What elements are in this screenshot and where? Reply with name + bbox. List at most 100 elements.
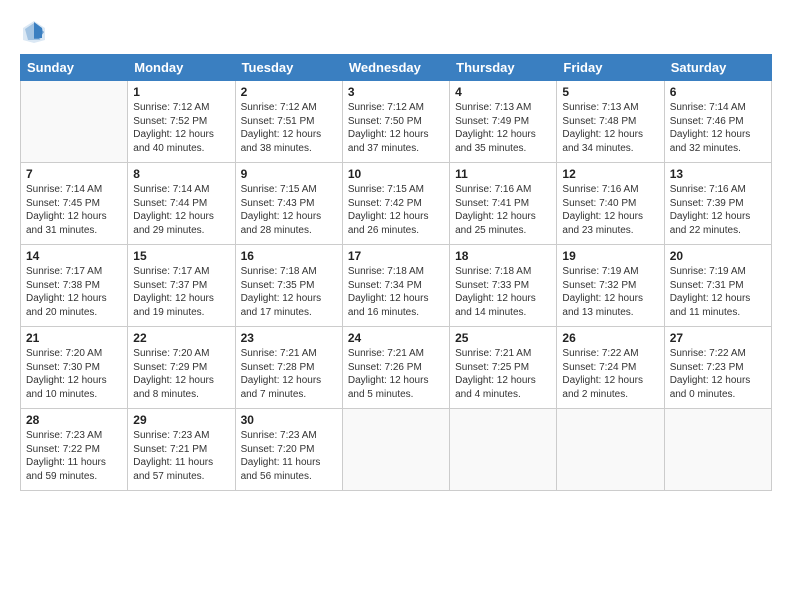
day-info: Sunrise: 7:19 AM Sunset: 7:31 PM Dayligh… [670, 265, 766, 319]
day-number: 28 [26, 413, 122, 427]
day-number: 14 [26, 249, 122, 263]
week-row-1: 7 Sunrise: 7:14 AM Sunset: 7:45 PM Daylig… [21, 163, 772, 245]
day-cell: 27 Sunrise: 7:22 AM Sunset: 7:23 PM Dayli… [664, 327, 771, 409]
day-cell: 17 Sunrise: 7:18 AM Sunset: 7:34 PM Dayli… [342, 245, 449, 327]
day-number: 12 [562, 167, 658, 181]
day-number: 9 [241, 167, 337, 181]
col-header-wednesday: Wednesday [342, 55, 449, 81]
header-row: SundayMondayTuesdayWednesdayThursdayFrid… [21, 55, 772, 81]
day-number: 15 [133, 249, 229, 263]
day-cell: 21Sunrise: 7:20 AM Sunset: 7:30 PM Dayli… [21, 327, 128, 409]
day-cell: 28 Sunrise: 7:23 AM Sunset: 7:22 PM Dayli… [21, 409, 128, 491]
calendar: SundayMondayTuesdayWednesdayThursdayFrid… [20, 54, 772, 491]
day-info: Sunrise: 7:23 AM Sunset: 7:21 PM Dayligh… [133, 429, 229, 483]
day-cell: 14 Sunrise: 7:17 AM Sunset: 7:38 PM Dayli… [21, 245, 128, 327]
day-cell [342, 409, 449, 491]
day-cell: 10Sunrise: 7:15 AM Sunset: 7:42 PM Dayli… [342, 163, 449, 245]
day-number: 29 [133, 413, 229, 427]
day-cell [21, 81, 128, 163]
day-cell: 2 Sunrise: 7:12 AM Sunset: 7:51 PM Daylig… [235, 81, 342, 163]
day-cell: 13 Sunrise: 7:16 AM Sunset: 7:39 PM Dayli… [664, 163, 771, 245]
day-info: Sunrise: 7:14 AM Sunset: 7:44 PM Dayligh… [133, 183, 229, 237]
day-cell: 30 Sunrise: 7:23 AM Sunset: 7:20 PM Dayli… [235, 409, 342, 491]
day-number: 24 [348, 331, 444, 345]
day-number: 23 [241, 331, 337, 345]
page: SundayMondayTuesdayWednesdayThursdayFrid… [0, 0, 792, 612]
day-info: Sunrise: 7:22 AM Sunset: 7:23 PM Dayligh… [670, 347, 766, 401]
day-number: 6 [670, 85, 766, 99]
day-info: Sunrise: 7:20 AM Sunset: 7:30 PM Dayligh… [26, 347, 122, 401]
day-cell: 16Sunrise: 7:18 AM Sunset: 7:35 PM Dayli… [235, 245, 342, 327]
day-info: Sunrise: 7:19 AM Sunset: 7:32 PM Dayligh… [562, 265, 658, 319]
logo-icon [20, 18, 48, 46]
day-info: Sunrise: 7:17 AM Sunset: 7:37 PM Dayligh… [133, 265, 229, 319]
header [20, 18, 772, 46]
day-info: Sunrise: 7:22 AM Sunset: 7:24 PM Dayligh… [562, 347, 658, 401]
day-number: 2 [241, 85, 337, 99]
day-cell: 18 Sunrise: 7:18 AM Sunset: 7:33 PM Dayli… [450, 245, 557, 327]
day-cell: 19Sunrise: 7:19 AM Sunset: 7:32 PM Dayli… [557, 245, 664, 327]
col-header-sunday: Sunday [21, 55, 128, 81]
week-row-3: 21Sunrise: 7:20 AM Sunset: 7:30 PM Dayli… [21, 327, 772, 409]
day-info: Sunrise: 7:16 AM Sunset: 7:39 PM Dayligh… [670, 183, 766, 237]
day-number: 30 [241, 413, 337, 427]
day-number: 3 [348, 85, 444, 99]
col-header-saturday: Saturday [664, 55, 771, 81]
day-info: Sunrise: 7:16 AM Sunset: 7:40 PM Dayligh… [562, 183, 658, 237]
day-number: 18 [455, 249, 551, 263]
col-header-friday: Friday [557, 55, 664, 81]
day-number: 4 [455, 85, 551, 99]
day-number: 20 [670, 249, 766, 263]
day-info: Sunrise: 7:23 AM Sunset: 7:20 PM Dayligh… [241, 429, 337, 483]
day-cell: 11 Sunrise: 7:16 AM Sunset: 7:41 PM Dayli… [450, 163, 557, 245]
day-number: 22 [133, 331, 229, 345]
day-info: Sunrise: 7:12 AM Sunset: 7:50 PM Dayligh… [348, 101, 444, 155]
logo [20, 18, 52, 46]
day-info: Sunrise: 7:16 AM Sunset: 7:41 PM Dayligh… [455, 183, 551, 237]
week-row-2: 14 Sunrise: 7:17 AM Sunset: 7:38 PM Dayli… [21, 245, 772, 327]
day-cell: 7 Sunrise: 7:14 AM Sunset: 7:45 PM Daylig… [21, 163, 128, 245]
day-cell: 22 Sunrise: 7:20 AM Sunset: 7:29 PM Dayli… [128, 327, 235, 409]
day-info: Sunrise: 7:18 AM Sunset: 7:34 PM Dayligh… [348, 265, 444, 319]
day-cell: 9 Sunrise: 7:15 AM Sunset: 7:43 PM Daylig… [235, 163, 342, 245]
day-info: Sunrise: 7:20 AM Sunset: 7:29 PM Dayligh… [133, 347, 229, 401]
day-info: Sunrise: 7:15 AM Sunset: 7:42 PM Dayligh… [348, 183, 444, 237]
day-cell: 6Sunrise: 7:14 AM Sunset: 7:46 PM Daylig… [664, 81, 771, 163]
day-cell: 12 Sunrise: 7:16 AM Sunset: 7:40 PM Dayli… [557, 163, 664, 245]
day-number: 17 [348, 249, 444, 263]
day-number: 5 [562, 85, 658, 99]
day-cell [557, 409, 664, 491]
day-cell [664, 409, 771, 491]
day-cell: 1Sunrise: 7:12 AM Sunset: 7:52 PM Daylig… [128, 81, 235, 163]
day-cell: 8 Sunrise: 7:14 AM Sunset: 7:44 PM Daylig… [128, 163, 235, 245]
day-cell: 23 Sunrise: 7:21 AM Sunset: 7:28 PM Dayli… [235, 327, 342, 409]
day-number: 11 [455, 167, 551, 181]
day-info: Sunrise: 7:13 AM Sunset: 7:49 PM Dayligh… [455, 101, 551, 155]
day-cell [450, 409, 557, 491]
day-info: Sunrise: 7:18 AM Sunset: 7:33 PM Dayligh… [455, 265, 551, 319]
day-number: 27 [670, 331, 766, 345]
day-cell: 4 Sunrise: 7:13 AM Sunset: 7:49 PM Daylig… [450, 81, 557, 163]
day-number: 8 [133, 167, 229, 181]
day-cell: 15 Sunrise: 7:17 AM Sunset: 7:37 PM Dayli… [128, 245, 235, 327]
day-info: Sunrise: 7:23 AM Sunset: 7:22 PM Dayligh… [26, 429, 122, 483]
day-info: Sunrise: 7:13 AM Sunset: 7:48 PM Dayligh… [562, 101, 658, 155]
day-number: 25 [455, 331, 551, 345]
day-info: Sunrise: 7:21 AM Sunset: 7:25 PM Dayligh… [455, 347, 551, 401]
col-header-monday: Monday [128, 55, 235, 81]
day-cell: 25 Sunrise: 7:21 AM Sunset: 7:25 PM Dayli… [450, 327, 557, 409]
day-number: 26 [562, 331, 658, 345]
day-number: 13 [670, 167, 766, 181]
col-header-thursday: Thursday [450, 55, 557, 81]
day-info: Sunrise: 7:15 AM Sunset: 7:43 PM Dayligh… [241, 183, 337, 237]
day-info: Sunrise: 7:17 AM Sunset: 7:38 PM Dayligh… [26, 265, 122, 319]
day-number: 1 [133, 85, 229, 99]
day-info: Sunrise: 7:21 AM Sunset: 7:26 PM Dayligh… [348, 347, 444, 401]
day-cell: 20 Sunrise: 7:19 AM Sunset: 7:31 PM Dayli… [664, 245, 771, 327]
col-header-tuesday: Tuesday [235, 55, 342, 81]
day-number: 7 [26, 167, 122, 181]
day-info: Sunrise: 7:21 AM Sunset: 7:28 PM Dayligh… [241, 347, 337, 401]
day-info: Sunrise: 7:12 AM Sunset: 7:51 PM Dayligh… [241, 101, 337, 155]
day-info: Sunrise: 7:14 AM Sunset: 7:45 PM Dayligh… [26, 183, 122, 237]
day-cell: 3 Sunrise: 7:12 AM Sunset: 7:50 PM Daylig… [342, 81, 449, 163]
